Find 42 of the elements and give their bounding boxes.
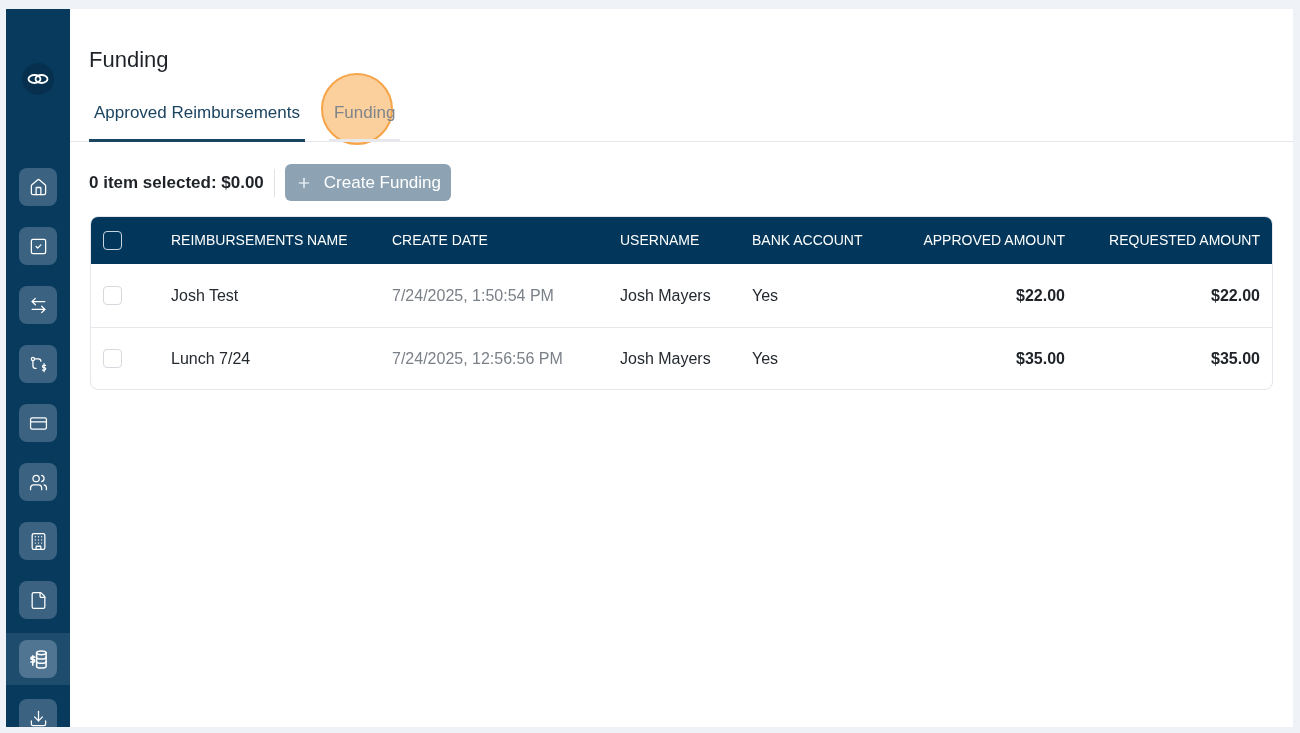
row-checkbox[interactable] — [103, 286, 122, 305]
table-cell-text: Yes — [752, 348, 779, 369]
column-header: APPROVED AMOUNT — [923, 231, 1065, 250]
users-icon — [28, 472, 48, 492]
column-header: USERNAME — [620, 231, 700, 250]
column-header: CREATE DATE — [392, 231, 488, 250]
row-checkbox[interactable] — [103, 349, 122, 368]
nav-button[interactable] — [19, 581, 57, 619]
home-icon — [28, 177, 48, 197]
nav-button[interactable] — [19, 522, 57, 560]
nav-button[interactable] — [19, 168, 57, 206]
selection-summary: 0 item selected: $0.00 — [89, 171, 264, 194]
nav-button[interactable] — [19, 699, 57, 727]
nav-button[interactable] — [19, 463, 57, 501]
table-cell-text: Josh Mayers — [620, 348, 711, 369]
nav-button[interactable] — [19, 640, 57, 678]
table-cell-text: $35.00 — [1211, 348, 1260, 369]
coins-dollar-icon — [28, 649, 48, 669]
select-all-checkbox[interactable] — [103, 231, 122, 250]
nav-button[interactable] — [19, 345, 57, 383]
table-cell-text: Yes — [752, 285, 779, 306]
page-title: Funding — [89, 46, 170, 74]
column-header: REQUESTED AMOUNT — [1109, 231, 1260, 250]
nav-button[interactable] — [19, 286, 57, 324]
column-header: REIMBURSEMENTS NAME — [171, 231, 348, 250]
table-cell-text: Josh Test — [171, 285, 239, 306]
swap-arrows-icon — [28, 295, 48, 315]
nav-button[interactable] — [19, 404, 57, 442]
tab[interactable]: Approved Reimbursements — [89, 101, 305, 142]
table-cell-text: $22.00 — [1016, 285, 1065, 306]
column-header: BANK ACCOUNT — [752, 231, 863, 250]
route-dollar-icon — [28, 354, 48, 374]
table-cell-text: 7/24/2025, 1:50:54 PM — [392, 285, 554, 306]
checkbox-icon — [28, 236, 48, 256]
nav-button[interactable] — [19, 227, 57, 265]
table-cell-text: Lunch 7/24 — [171, 348, 251, 369]
table-cell-text: $35.00 — [1016, 348, 1065, 369]
logo-icon — [22, 63, 54, 95]
download-icon — [28, 708, 48, 727]
table-cell-text: Josh Mayers — [620, 285, 711, 306]
table-cell-text: $22.00 — [1211, 285, 1260, 306]
table-cell-text: 7/24/2025, 12:56:56 PM — [392, 348, 563, 369]
